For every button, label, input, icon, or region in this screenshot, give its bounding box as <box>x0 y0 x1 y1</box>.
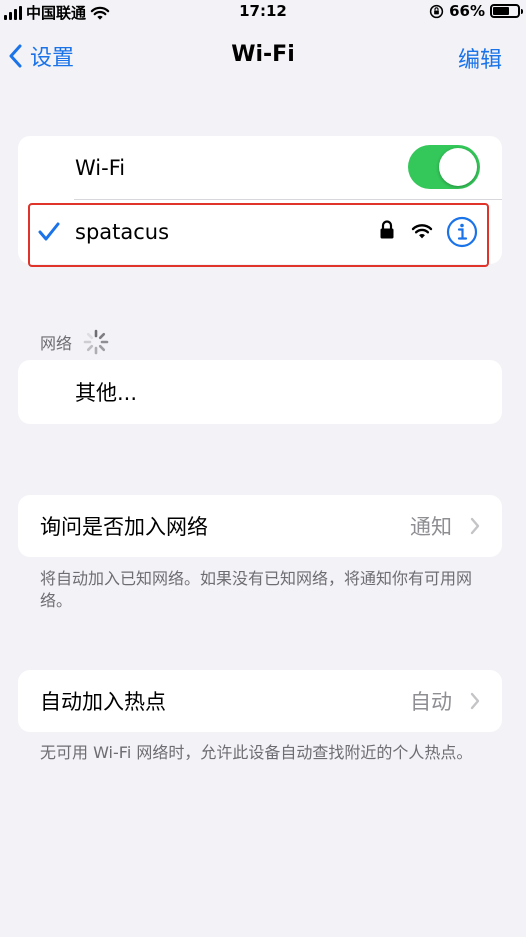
other-network-row[interactable]: 其他... <box>18 360 502 424</box>
auto-join-hotspot-footnote: 无可用 Wi-Fi 网络时，允许此设备自动查找附近的个人热点。 <box>40 743 473 762</box>
status-bar: 中国联通 17:12 66% <box>0 0 526 24</box>
edit-button[interactable]: 编辑 <box>458 42 502 74</box>
ask-to-join-label: 询问是否加入网络 <box>40 515 208 539</box>
nav-bar: 设置 Wi-Fi 编辑 <box>0 30 526 80</box>
info-icon[interactable] <box>446 216 478 248</box>
other-network-label: 其他... <box>75 381 138 405</box>
ask-to-join-row[interactable]: 询问是否加入网络 通知 <box>18 495 502 557</box>
wifi-card: Wi-Fi spatacus <box>18 136 502 264</box>
networks-section-label: 网络 <box>40 334 73 353</box>
auto-join-hotspot-value: 自动 <box>410 690 452 714</box>
checkmark-icon <box>38 222 60 241</box>
battery-level <box>493 7 509 15</box>
wifi-toggle-label: Wi-Fi <box>75 156 126 180</box>
network-name: spatacus <box>75 220 170 244</box>
auto-join-hotspot-row[interactable]: 自动加入热点 自动 <box>18 670 502 732</box>
page-title: Wi-Fi <box>231 42 295 67</box>
ask-to-join-value: 通知 <box>410 515 452 539</box>
loading-spinner-icon <box>83 329 109 355</box>
wifi-toggle[interactable] <box>408 145 480 189</box>
chevron-right-icon <box>470 692 480 710</box>
toggle-knob <box>439 148 477 186</box>
wifi-toggle-row: Wi-Fi <box>18 136 502 200</box>
chevron-right-icon <box>470 517 480 535</box>
wifi-signal-icon <box>411 224 433 239</box>
auto-join-hotspot-label: 自动加入热点 <box>40 690 166 714</box>
orientation-lock-icon <box>429 4 444 18</box>
lock-icon <box>380 220 394 239</box>
networks-section-header: 网络 <box>40 328 110 356</box>
connected-network-row[interactable]: spatacus <box>18 200 502 264</box>
battery-icon <box>490 4 523 18</box>
auto-join-hotspot-card: 自动加入热点 自动 <box>18 670 502 732</box>
battery-percent: 66% <box>449 2 485 20</box>
networks-card: 其他... <box>18 360 502 424</box>
ask-to-join-footnote: 将自动加入已知网络。如果没有已知网络，将通知你有可用网络。 <box>40 569 473 610</box>
ask-to-join-card: 询问是否加入网络 通知 <box>18 495 502 557</box>
status-right: 66% <box>429 2 523 20</box>
